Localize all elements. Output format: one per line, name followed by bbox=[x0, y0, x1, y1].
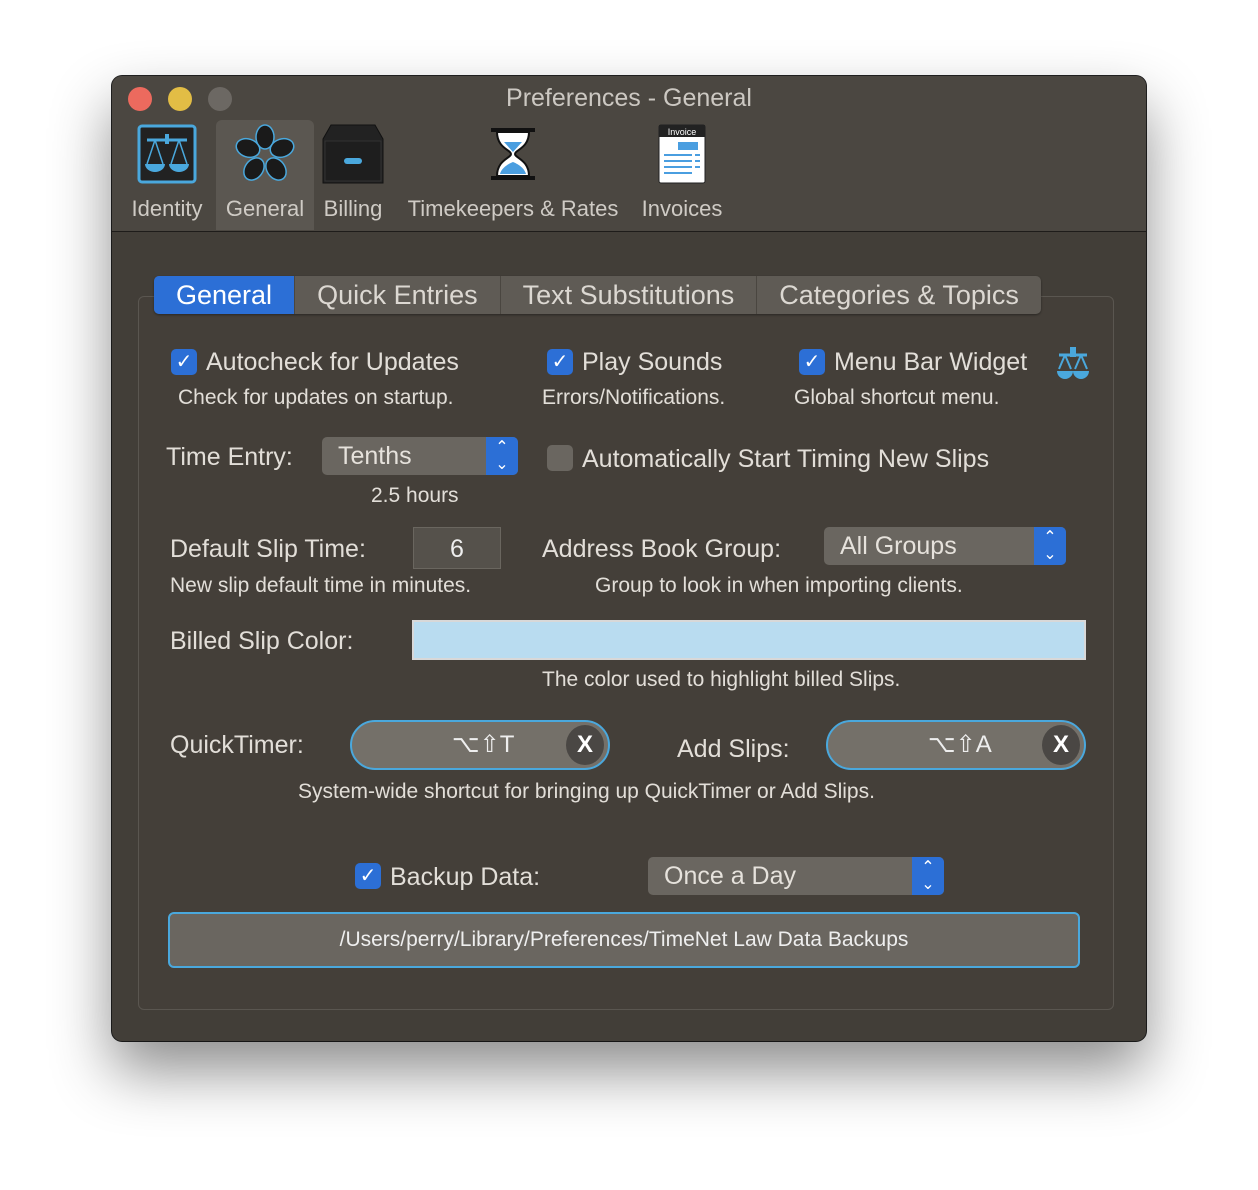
scales-icon bbox=[124, 120, 210, 188]
address-group-popup[interactable]: All Groups ⌃ ⌄ bbox=[824, 527, 1066, 565]
add-slips-shortcut: ⌥⇧A bbox=[928, 731, 992, 758]
title-bar: Preferences - General Identity General B… bbox=[112, 76, 1146, 232]
auto-start-label: Automatically Start Timing New Slips bbox=[582, 445, 990, 473]
tab-general[interactable]: General bbox=[154, 276, 296, 314]
menu-bar-widget-checkbox[interactable]: ✓ bbox=[799, 349, 825, 375]
tab-text-substitutions[interactable]: Text Substitutions bbox=[501, 276, 758, 314]
hourglass-icon bbox=[400, 120, 626, 188]
toolbar-label: Invoices bbox=[641, 196, 723, 221]
backup-path-button[interactable]: /Users/perry/Library/Preferences/TimeNet… bbox=[168, 912, 1080, 968]
shortcut-desc: System-wide shortcut for bringing up Qui… bbox=[298, 780, 875, 803]
backup-frequency-popup[interactable]: Once a Day ⌃ ⌄ bbox=[648, 857, 944, 895]
chevron-updown-icon: ⌃ ⌄ bbox=[1034, 527, 1066, 565]
default-slip-input[interactable]: 6 bbox=[413, 527, 501, 569]
autocheck-label: Autocheck for Updates bbox=[206, 348, 459, 376]
autocheck-checkbox[interactable]: ✓ bbox=[171, 349, 197, 375]
quicktimer-shortcut-field[interactable]: ⌥⇧T X bbox=[350, 720, 610, 770]
svg-text:Invoice: Invoice bbox=[668, 127, 697, 137]
toolbar-timekeepers[interactable]: Timekeepers & Rates bbox=[400, 120, 626, 230]
billed-color-well[interactable] bbox=[412, 620, 1086, 660]
default-slip-desc: New slip default time in minutes. bbox=[170, 574, 472, 597]
quicktimer-label: QuickTimer: bbox=[170, 731, 304, 759]
backup-label: Backup Data: bbox=[390, 863, 541, 891]
toolbar-label: Identity bbox=[131, 196, 203, 221]
time-entry-example: 2.5 hours bbox=[371, 484, 459, 507]
address-group-desc: Group to look in when importing clients. bbox=[595, 574, 963, 597]
quicktimer-shortcut: ⌥⇧T bbox=[452, 731, 515, 758]
clear-shortcut-button[interactable]: X bbox=[1042, 725, 1080, 765]
toolbar-general[interactable]: General bbox=[216, 120, 314, 230]
menu-bar-widget-label: Menu Bar Widget bbox=[834, 348, 1028, 376]
autocheck-desc: Check for updates on startup. bbox=[178, 386, 454, 409]
billed-color-label: Billed Slip Color: bbox=[170, 627, 354, 655]
toolbar-label: General bbox=[225, 196, 305, 221]
play-sounds-label: Play Sounds bbox=[582, 348, 723, 376]
menu-bar-widget-desc: Global shortcut menu. bbox=[794, 386, 1000, 409]
play-sounds-checkbox[interactable]: ✓ bbox=[547, 349, 573, 375]
time-entry-popup[interactable]: Tenths ⌃ ⌄ bbox=[322, 437, 518, 475]
tab-categories-topics[interactable]: Categories & Topics bbox=[757, 276, 1041, 314]
flower-icon bbox=[216, 120, 314, 188]
default-slip-label: Default Slip Time: bbox=[170, 535, 366, 563]
toolbar-invoices[interactable]: Invoice Invoices bbox=[638, 120, 726, 230]
toolbar-label: Timekeepers & Rates bbox=[407, 196, 619, 221]
toolbar-identity[interactable]: Identity bbox=[124, 120, 210, 230]
billed-color-desc: The color used to highlight billed Slips… bbox=[542, 668, 901, 691]
time-entry-value: Tenths bbox=[338, 442, 412, 470]
add-slips-shortcut-field[interactable]: ⌥⇧A X bbox=[826, 720, 1086, 770]
toolbar-billing[interactable]: Billing bbox=[318, 120, 388, 230]
scales-icon bbox=[1056, 345, 1090, 388]
invoice-icon: Invoice bbox=[638, 120, 726, 188]
tab-bar: General Quick Entries Text Substitutions… bbox=[154, 276, 1041, 314]
chevron-updown-icon: ⌃ ⌄ bbox=[486, 437, 518, 475]
backup-checkbox[interactable]: ✓ bbox=[355, 863, 381, 889]
add-slips-label: Add Slips: bbox=[677, 735, 790, 763]
address-group-label: Address Book Group: bbox=[542, 535, 782, 563]
tab-quick-entries[interactable]: Quick Entries bbox=[295, 276, 501, 314]
time-entry-label: Time Entry: bbox=[166, 443, 293, 471]
backup-frequency-value: Once a Day bbox=[664, 862, 797, 890]
chevron-updown-icon: ⌃ ⌄ bbox=[912, 857, 944, 895]
clear-shortcut-button[interactable]: X bbox=[566, 725, 604, 765]
play-sounds-desc: Errors/Notifications. bbox=[542, 386, 726, 409]
file-cabinet-icon bbox=[318, 120, 388, 188]
toolbar-label: Billing bbox=[323, 196, 383, 221]
address-group-value: All Groups bbox=[840, 532, 957, 560]
window-title: Preferences - General bbox=[506, 84, 752, 112]
auto-start-checkbox[interactable] bbox=[547, 445, 573, 471]
